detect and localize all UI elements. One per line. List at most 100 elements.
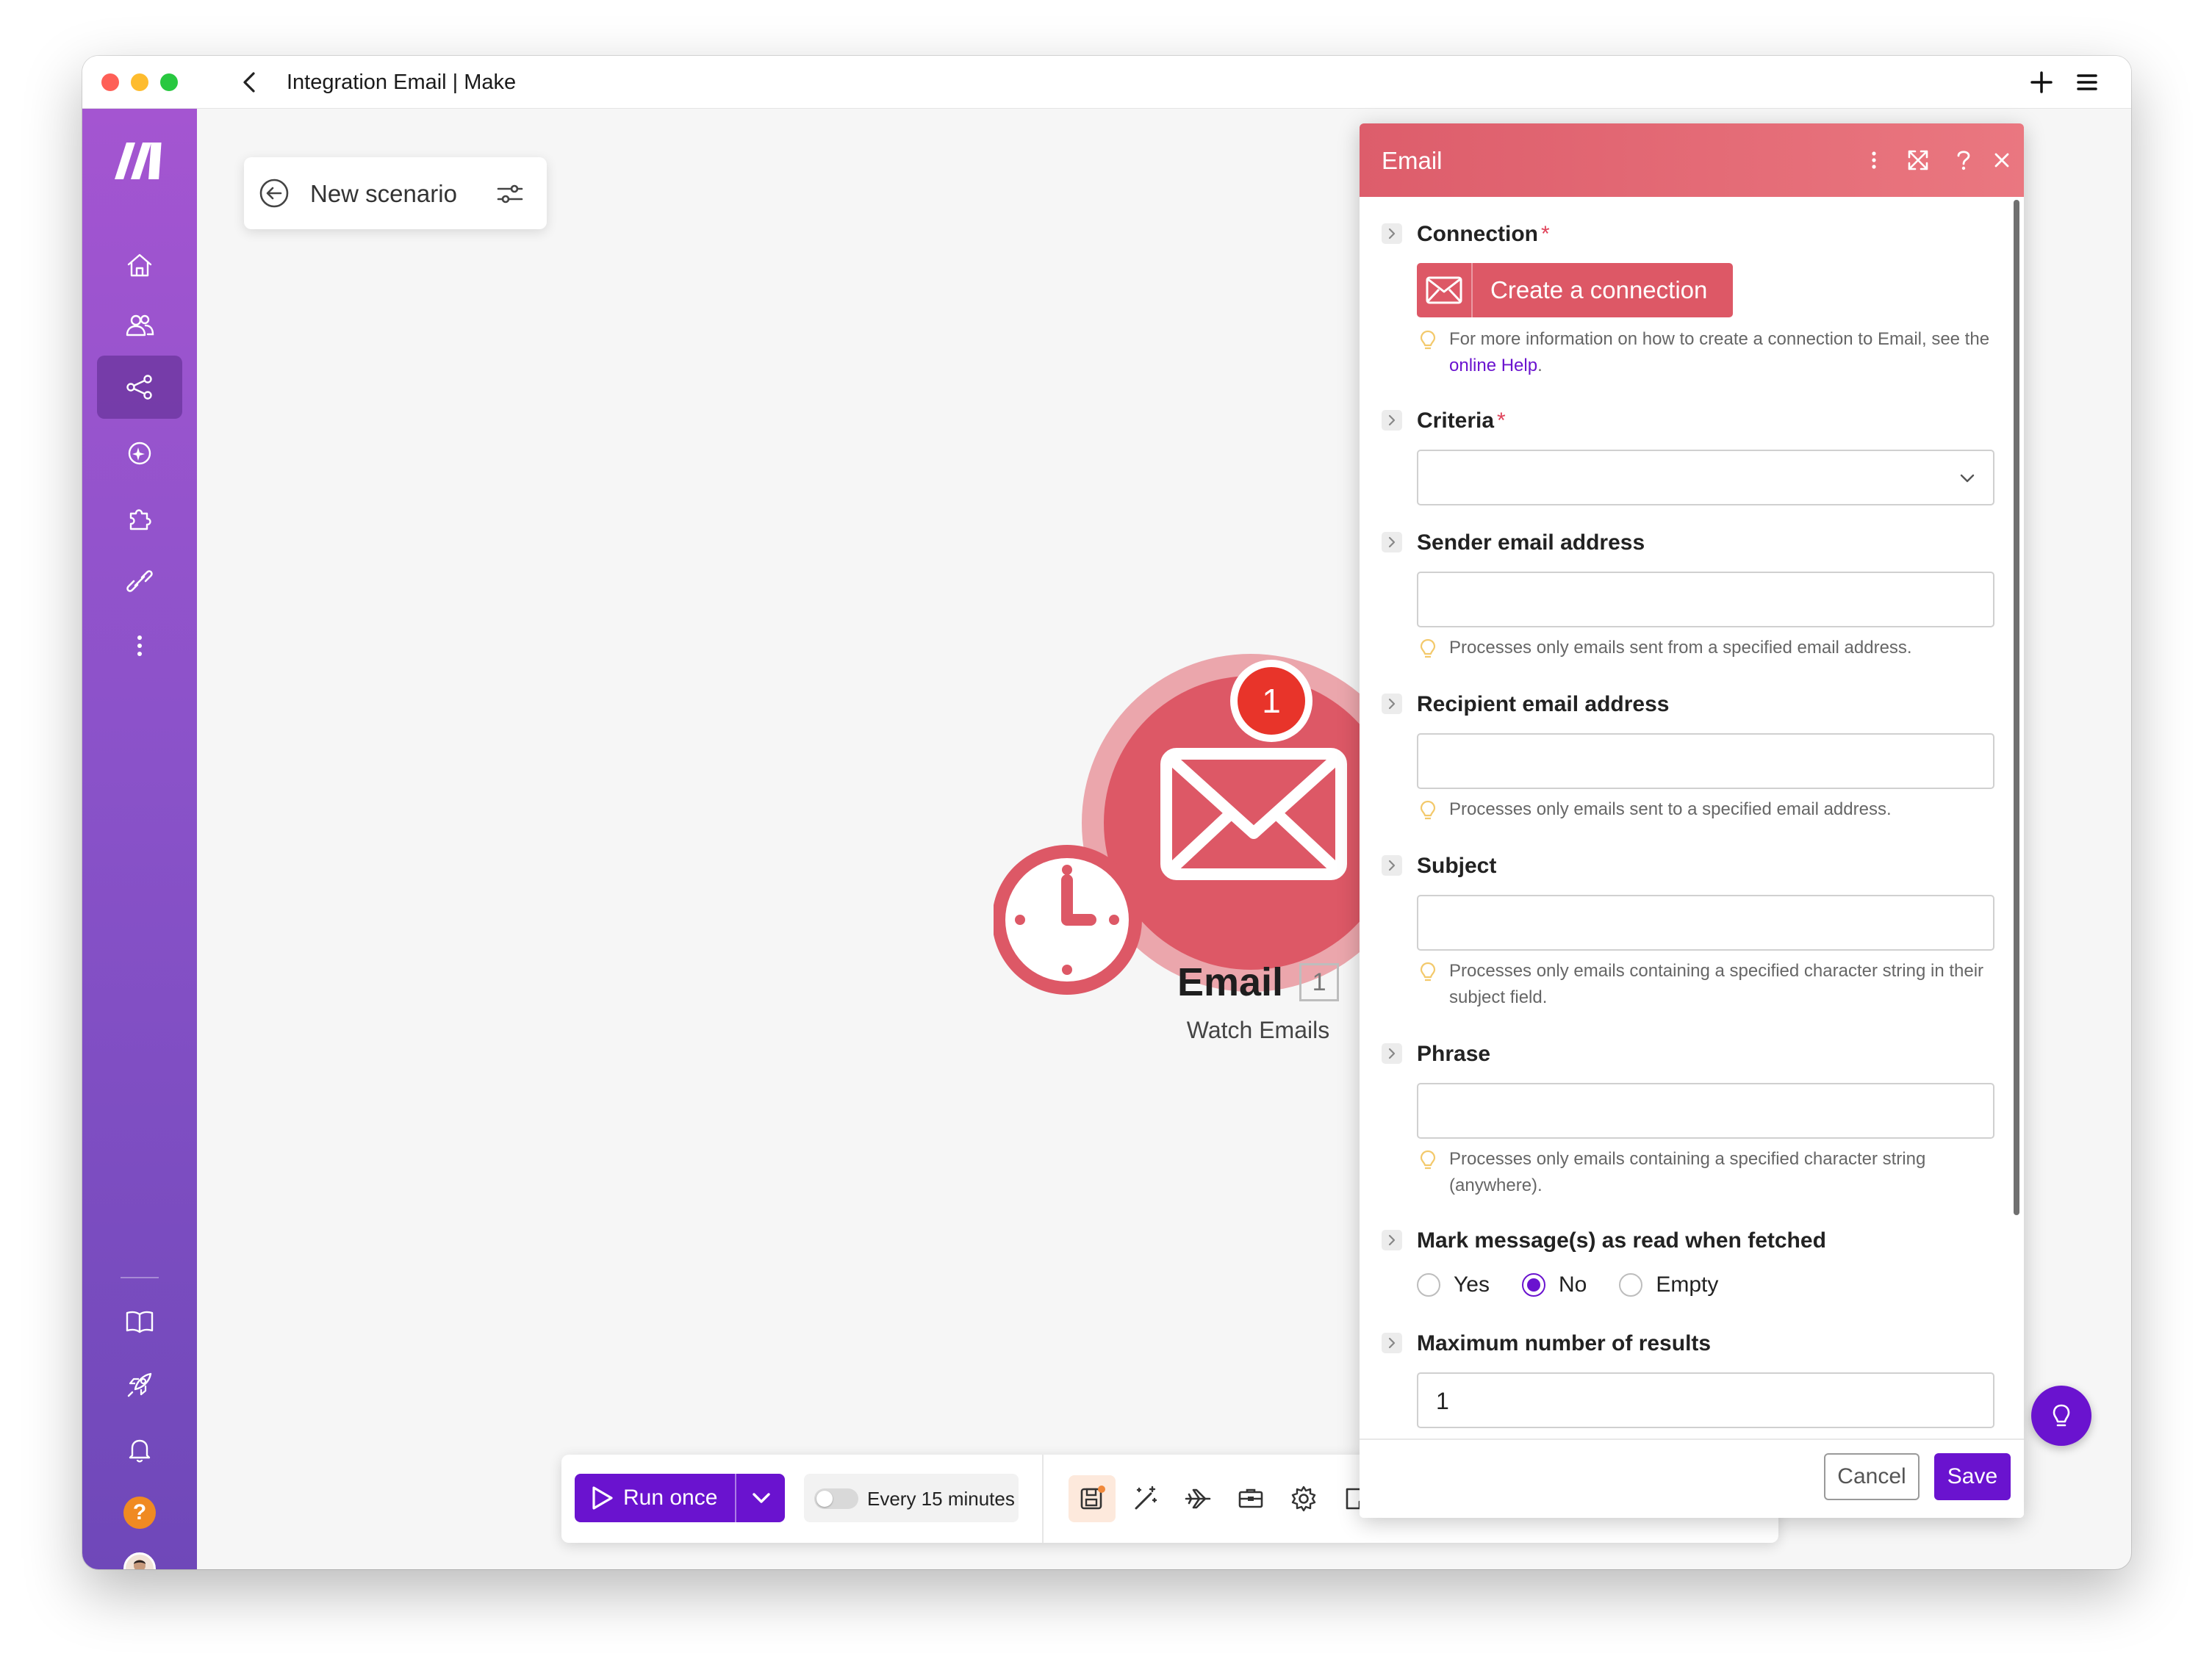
question-icon[interactable] <box>1947 144 1980 176</box>
sidebar-item-whats-new[interactable] <box>97 1353 182 1416</box>
recipient-email-input[interactable] <box>1417 733 1994 789</box>
expand-criteria[interactable] <box>1382 410 1402 431</box>
lightbulb-icon <box>1420 330 1436 350</box>
save-scenario-tool[interactable] <box>1069 1475 1116 1522</box>
criteria-select[interactable] <box>1417 450 1994 505</box>
sender-email-input[interactable] <box>1417 572 1994 627</box>
recipient-email-label: Recipient email address <box>1417 692 1670 716</box>
gear-icon <box>1291 1486 1316 1512</box>
phrase-input[interactable] <box>1417 1083 1994 1139</box>
toolbox-icon <box>1238 1488 1263 1508</box>
lightbulb-icon <box>1420 1150 1436 1170</box>
run-once-label: Run once <box>623 1486 718 1510</box>
minimize-window-button[interactable] <box>131 73 148 91</box>
radio-yes[interactable]: Yes <box>1417 1272 1490 1297</box>
expand-max-results[interactable] <box>1382 1333 1402 1353</box>
puzzle-icon <box>129 509 151 530</box>
subject-input[interactable] <box>1417 895 1994 951</box>
sidebar-item-help[interactable]: ? <box>97 1481 182 1544</box>
sliders-icon[interactable] <box>494 178 526 210</box>
lightbulb-icon <box>2053 1404 2070 1427</box>
close-icon[interactable] <box>1986 144 2018 176</box>
panel-footer: Cancel Save <box>1360 1438 2024 1518</box>
sidebar-item-profile[interactable] <box>97 1543 182 1569</box>
sidebar-item-ai[interactable] <box>97 422 182 485</box>
mark-read-radio-group: Yes No Empty <box>1417 1272 1718 1297</box>
sender-email-label: Sender email address <box>1417 530 1645 555</box>
save-button[interactable]: Save <box>1934 1453 2011 1500</box>
close-window-button[interactable] <box>101 73 119 91</box>
sidebar-item-home[interactable] <box>97 234 182 297</box>
lightbulb-icon <box>1420 962 1436 982</box>
sidebar-item-connections[interactable] <box>97 550 182 613</box>
bell-icon <box>129 1439 151 1463</box>
app-window: Integration Email | Make ? New scenario … <box>82 56 2131 1569</box>
back-arrow-icon[interactable] <box>234 66 266 98</box>
sidebar-item-team[interactable] <box>97 294 182 357</box>
scenario-settings-tool[interactable] <box>1280 1475 1327 1522</box>
chevron-right-icon <box>1388 860 1396 871</box>
cancel-button[interactable]: Cancel <box>1824 1453 1920 1500</box>
schedule-label[interactable]: Every 15 minutes <box>867 1487 1015 1510</box>
criteria-label: Criteria <box>1417 408 1495 433</box>
expand-recipient[interactable] <box>1382 694 1402 714</box>
lightbulb-icon <box>1420 800 1436 820</box>
maximize-window-button[interactable] <box>160 73 178 91</box>
home-icon <box>127 253 152 277</box>
chevron-right-icon <box>1388 1048 1396 1059</box>
expand-phrase[interactable] <box>1382 1043 1402 1064</box>
sidebar-item-scenarios[interactable] <box>97 356 182 419</box>
link-icon <box>126 570 153 592</box>
radio-empty[interactable]: Empty <box>1619 1272 1718 1297</box>
phrase-help: Processes only emails containing a speci… <box>1417 1146 1994 1199</box>
book-icon <box>126 1311 154 1333</box>
scenario-header-card: New scenario <box>244 157 547 229</box>
expand-subject[interactable] <box>1382 855 1402 876</box>
schedule-toggle[interactable] <box>814 1488 858 1509</box>
auto-align-tool[interactable] <box>1121 1475 1168 1522</box>
create-connection-label: Create a connection <box>1490 276 1708 303</box>
chevron-down-icon[interactable] <box>748 1485 775 1511</box>
play-icon <box>592 1486 613 1510</box>
hamburger-menu-icon[interactable] <box>2071 66 2103 98</box>
lightbulb-icon <box>1420 638 1436 658</box>
more-vertical-icon[interactable] <box>1858 144 1890 176</box>
make-logo-icon[interactable] <box>112 138 168 182</box>
schedule-control[interactable]: Every 15 minutes <box>804 1474 1019 1522</box>
required-marker: * <box>1497 408 1506 433</box>
expand-mark-read[interactable] <box>1382 1230 1402 1250</box>
create-connection-button[interactable]: Create a connection <box>1417 263 1733 317</box>
chevron-right-icon <box>1388 698 1396 710</box>
back-circle-icon[interactable] <box>257 176 291 210</box>
expand-icon[interactable] <box>1902 144 1934 176</box>
sidebar-item-apps[interactable] <box>97 486 182 550</box>
panel-body[interactable]: Connection * Create a connection For more… <box>1360 197 2024 1438</box>
airplane-icon <box>1185 1488 1211 1509</box>
help-icon: ? <box>123 1497 156 1529</box>
svg-text:1: 1 <box>1262 682 1281 720</box>
panel-scrollbar[interactable] <box>2014 200 2019 1215</box>
notification-badge[interactable]: 1 <box>1230 660 1313 742</box>
scenario-title[interactable]: New scenario <box>310 179 457 209</box>
recipient-email-help: Processes only emails sent to a specifie… <box>1417 796 1994 823</box>
sidebar-item-docs[interactable] <box>97 1290 182 1353</box>
online-help-link[interactable]: online Help <box>1449 356 1537 375</box>
chevron-right-icon <box>1388 1337 1396 1349</box>
explain-flow-tool[interactable] <box>1174 1475 1221 1522</box>
expand-sender[interactable] <box>1382 532 1402 552</box>
run-once-button[interactable]: Run once <box>575 1474 785 1522</box>
sidebar-item-notifications[interactable] <box>97 1418 182 1481</box>
expand-connection[interactable] <box>1382 223 1402 244</box>
radio-no[interactable]: No <box>1521 1272 1587 1297</box>
max-results-input[interactable]: 1 <box>1417 1372 1994 1428</box>
plus-icon[interactable] <box>2025 66 2058 98</box>
title-bar: Integration Email | Make <box>82 56 2131 109</box>
module-settings-panel: Email Connection * Create a connection Fo… <box>1360 123 2024 1518</box>
magic-wand-icon <box>1135 1486 1157 1510</box>
hints-button[interactable] <box>2031 1386 2091 1446</box>
sidebar-item-more[interactable] <box>97 614 182 677</box>
chevron-right-icon <box>1388 536 1396 548</box>
max-results-label: Maximum number of results <box>1417 1331 1712 1355</box>
dev-tools-tool[interactable] <box>1227 1475 1274 1522</box>
envelope-icon <box>1426 276 1462 304</box>
